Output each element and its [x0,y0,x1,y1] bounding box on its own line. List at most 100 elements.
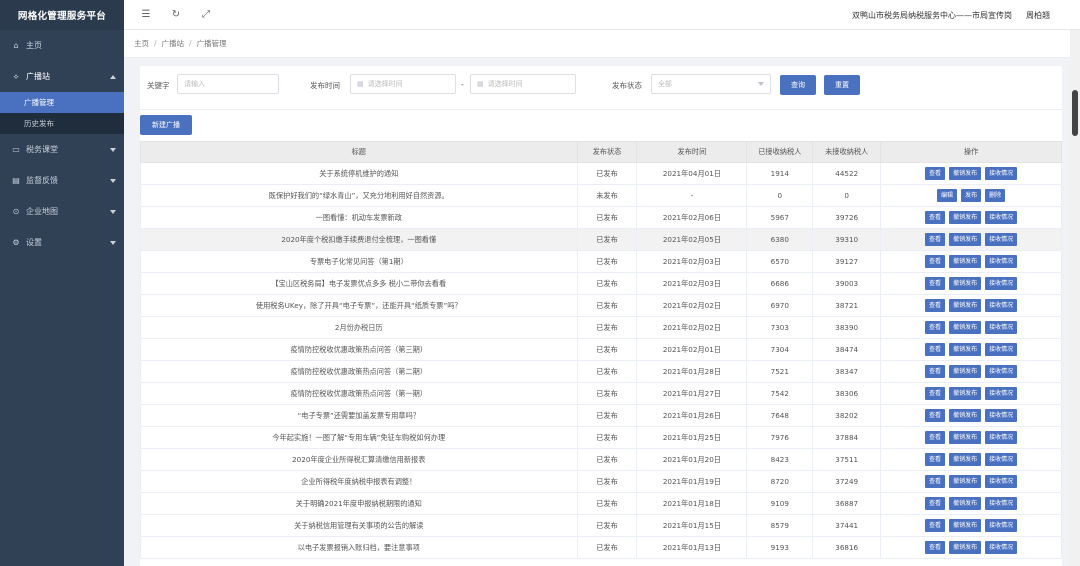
receipt-status-button[interactable]: 接收情况 [985,343,1018,356]
revoke-button[interactable]: 撤销发布 [949,497,982,510]
receipt-status-button[interactable]: 接收情况 [985,541,1018,554]
cell-unreceived: 38474 [812,338,882,361]
view-button[interactable]: 查看 [925,431,946,444]
view-button[interactable]: 查看 [925,233,946,246]
view-button[interactable]: 查看 [925,255,946,268]
chevron-up-icon [110,74,116,79]
sidebar-subitem-1[interactable]: 历史发布 [0,113,124,134]
cell-actions: 查看 撤销发布 接收情况 [880,404,1062,427]
view-button[interactable]: 查看 [925,365,946,378]
receipt-status-button[interactable]: 接收情况 [985,277,1018,290]
receipt-status-button[interactable]: 接收情况 [985,453,1018,466]
sidebar-item-3[interactable]: ▤ 监督反馈 [0,165,124,196]
publish-button[interactable]: 发布 [961,189,982,202]
cell-unreceived: 37441 [812,514,882,537]
sidebar-item-0[interactable]: ⌂ 主页 [0,30,124,61]
receipt-status-button[interactable]: 接收情况 [985,497,1018,510]
fullscreen-icon[interactable]: ⤢ [198,7,214,23]
search-button[interactable]: 查询 [780,75,816,95]
view-button[interactable]: 查看 [925,453,946,466]
receipt-status-button[interactable]: 接收情况 [985,167,1018,180]
cell-actions: 查看 撤销发布 接收情况 [880,294,1062,317]
receipt-status-button[interactable]: 接收情况 [985,211,1018,224]
end-date-input[interactable]: ▦ 请选择时间 [470,74,576,94]
receipt-status-button[interactable]: 接收情况 [985,255,1018,268]
sidebar-item-5[interactable]: ⚙ 设置 [0,227,124,258]
view-button[interactable]: 查看 [925,167,946,180]
col-actions: 操作 [880,141,1062,163]
cell-received: 7542 [746,382,814,405]
revoke-button[interactable]: 撤销发布 [949,321,982,334]
revoke-button[interactable]: 撤销发布 [949,299,982,312]
cell-status: 已发布 [577,294,638,317]
revoke-button[interactable]: 撤销发布 [949,431,982,444]
revoke-button[interactable]: 撤销发布 [949,387,982,400]
chevron-down-icon [110,209,116,214]
reset-button[interactable]: 重置 [824,75,860,95]
revoke-button[interactable]: 撤销发布 [949,453,982,466]
sidebar-item-1[interactable]: ⟡ 广播站 [0,61,124,92]
table-row: 2月份办税日历 已发布 2021年02月02日 7303 38390 查看 撤销发布 接收情况 [140,316,1062,339]
view-button[interactable]: 查看 [925,277,946,290]
sidebar: 网格化管理服务平台 ⌂ 主页 ⟡ 广播站 广播管理 历史发布 ▭ 税务课堂 ▤ 监督反馈 ⊙ 企业地图… [0,0,124,566]
revoke-button[interactable]: 撤销发布 [949,167,982,180]
cell-title: 使用税务UKey，除了开具“电子专票”，还能开具“纸质专票”吗？ [140,294,578,317]
view-button[interactable]: 查看 [925,211,946,224]
cell-actions: 查看 撤销发布 接收情况 [880,250,1062,273]
view-button[interactable]: 查看 [925,299,946,312]
revoke-button[interactable]: 撤销发布 [949,409,982,422]
table-row: 2020年度企业所得税汇算清缴信用新报表 已发布 2021年01月20日 8423 37… [140,448,1062,471]
receipt-status-button[interactable]: 接收情况 [985,409,1018,422]
edit-button[interactable]: 编辑 [937,189,958,202]
refresh-icon[interactable]: ↻ [168,7,184,23]
revoke-button[interactable]: 撤销发布 [949,233,982,246]
view-button[interactable]: 查看 [925,541,946,554]
start-date-input[interactable]: ▦ 请选择时间 [350,74,456,94]
receipt-status-button[interactable]: 接收情况 [985,365,1018,378]
keyword-input[interactable]: 请输入 [177,74,279,94]
cell-status: 未发布 [577,184,638,207]
breadcrumb-home[interactable]: 主页 [134,38,149,49]
cell-unreceived: 37249 [812,470,882,493]
table-row: “电子专票”还需要加盖发票专用章吗？ 已发布 2021年01月26日 7648 3820… [140,404,1062,427]
cell-title: 疫情防控税收优惠政策热点问答（第二期） [140,360,578,383]
new-broadcast-button[interactable]: 新建广播 [140,115,192,135]
breadcrumb-broadcast[interactable]: 广播站 [162,38,185,49]
view-button[interactable]: 查看 [925,409,946,422]
col-title: 标题 [140,141,578,163]
status-select[interactable]: 全部 [651,74,771,94]
cell-received: 1914 [746,162,814,185]
table-row: 关于系统停机维护的通知 已发布 2021年04月01日 1914 44522 查看 撤销发布… [140,162,1062,185]
revoke-button[interactable]: 撤销发布 [949,211,982,224]
menu-toggle-icon[interactable]: ☰ [138,7,154,23]
revoke-button[interactable]: 撤销发布 [949,255,982,268]
view-button[interactable]: 查看 [925,519,946,532]
receipt-status-button[interactable]: 接收情况 [985,233,1018,246]
receipt-status-button[interactable]: 接收情况 [985,299,1018,312]
view-button[interactable]: 查看 [925,321,946,334]
delete-button[interactable]: 删除 [985,189,1006,202]
revoke-button[interactable]: 撤销发布 [949,365,982,378]
receipt-status-button[interactable]: 接收情况 [985,387,1018,400]
revoke-button[interactable]: 撤销发布 [949,541,982,554]
sidebar-subitem-0[interactable]: 广播管理 [0,92,124,113]
receipt-status-button[interactable]: 接收情况 [985,519,1018,532]
revoke-button[interactable]: 撤销发布 [949,519,982,532]
scrollbar-thumb[interactable] [1072,90,1078,136]
sidebar-item-4[interactable]: ⊙ 企业地图 [0,196,124,227]
cell-unreceived: 36816 [812,536,882,559]
user-name[interactable]: 周柏翘 [1026,10,1050,21]
revoke-button[interactable]: 撤销发布 [949,475,982,488]
vertical-scrollbar[interactable] [1070,30,1080,566]
cell-time: 2021年01月28日 [636,360,748,383]
view-button[interactable]: 查看 [925,387,946,400]
revoke-button[interactable]: 撤销发布 [949,343,982,356]
receipt-status-button[interactable]: 接收情况 [985,431,1018,444]
view-button[interactable]: 查看 [925,343,946,356]
sidebar-item-2[interactable]: ▭ 税务课堂 [0,134,124,165]
receipt-status-button[interactable]: 接收情况 [985,475,1018,488]
view-button[interactable]: 查看 [925,497,946,510]
receipt-status-button[interactable]: 接收情况 [985,321,1018,334]
view-button[interactable]: 查看 [925,475,946,488]
revoke-button[interactable]: 撤销发布 [949,277,982,290]
